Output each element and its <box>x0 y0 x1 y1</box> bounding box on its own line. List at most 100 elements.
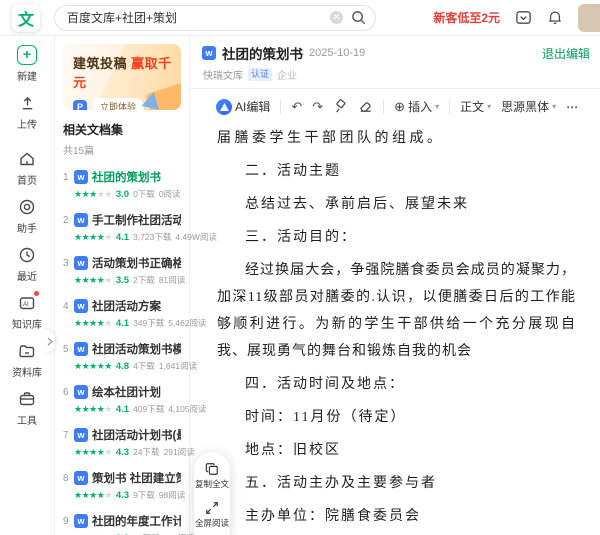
doc-title[interactable]: 社团的年度工作计划… <box>92 513 181 529</box>
doc-title[interactable]: 活动策划书正确格式 <box>92 255 181 271</box>
document-editor: w 社团的策划书 2025-10-19 退出编辑 快瑞文库 认证 企业 AI编辑… <box>190 36 600 535</box>
fullscreen-label: 全屏阅读 <box>194 518 229 528</box>
doc-heading: 二．活动主题 <box>245 164 341 179</box>
doc-heading: 三．活动目的： <box>245 230 357 245</box>
doc-list-item[interactable]: 1 w 社团的策划书 ★★★★★ 3.0 0下载 0阅读 <box>63 169 181 200</box>
notification-dot <box>34 291 39 296</box>
clock-icon <box>18 244 36 266</box>
sidebar-label: 知识库 <box>12 320 42 331</box>
doc-file-icon: w <box>74 471 88 485</box>
ai-icon <box>216 98 232 115</box>
format-painter-icon[interactable] <box>333 99 348 114</box>
sidebar-item-tools[interactable]: 工具 <box>0 388 54 427</box>
star-rating: ★★★★★ <box>74 360 112 371</box>
eraser-icon[interactable] <box>358 99 373 114</box>
sidebar-item-recent[interactable]: 最近 <box>0 244 54 283</box>
doc-list-item[interactable]: 8 w 策划书 社团建立策… ★★★★★ 4.3 9下载 98阅读 <box>63 470 185 501</box>
notifications-bell-icon[interactable] <box>547 9 563 26</box>
redo-icon[interactable]: ↷ <box>312 100 323 113</box>
doc-file-icon: w <box>74 342 88 356</box>
fullscreen-icon <box>206 502 218 514</box>
rating-value: 4.1 <box>115 403 130 415</box>
rating-value: 4.1 <box>115 317 130 329</box>
paragraph-style-dropdown[interactable]: 正文 ▾ <box>460 98 491 115</box>
doc-list-item[interactable]: 7 w 社团活动计划书(最… ★★★★★ 4.3 24下载 291阅读 <box>63 427 195 458</box>
downloads: 9下载 <box>133 490 155 500</box>
doc-title[interactable]: 社团活动计划书(最… <box>92 427 181 443</box>
undo-icon[interactable]: ↶ <box>291 100 302 113</box>
copy-full-text-button[interactable]: 复制全文 <box>195 462 229 490</box>
copy-icon <box>205 463 218 475</box>
doc-list-item[interactable]: 4 w 社团活动方案 ★★★★★ 4.1 349下载 5,462阅读 <box>63 298 207 329</box>
font-dropdown[interactable]: 思源黑体 ▾ <box>501 98 556 115</box>
ai-edit-button[interactable]: AI编辑 <box>216 98 270 115</box>
doc-rank: 6 <box>63 386 69 398</box>
editor-toolbar: AI编辑 ↶ ↷ ⊕ 插入 ▾ 正文 ▾ 思源黑体 ▾ ⋯ <box>190 89 600 122</box>
sidebar-item-assistant[interactable]: 助手 <box>0 196 54 235</box>
promo-text[interactable]: 新客低至2元 <box>433 9 500 26</box>
user-avatar[interactable] <box>578 3 600 32</box>
briefcase-icon <box>18 388 36 410</box>
home-icon <box>18 148 36 170</box>
sidebar-item-knowledge-base[interactable]: AI 知识库 <box>0 291 54 331</box>
doc-rank: 1 <box>63 171 69 183</box>
search-input[interactable] <box>67 10 330 25</box>
doc-line: 主办单位：院膳食委员会 <box>245 509 421 524</box>
sidebar-label: 首页 <box>17 176 37 187</box>
doc-title[interactable]: 策划书 社团建立策… <box>92 470 181 486</box>
banner-cta-button[interactable]: 立即体验 <box>92 98 145 110</box>
sidebar-item-home[interactable]: 首页 <box>0 148 54 187</box>
doc-line: 届膳委学生干部团队的组成。 <box>217 131 445 146</box>
wenku-logo[interactable]: 文 <box>12 3 40 32</box>
doc-file-icon: w <box>74 170 88 184</box>
sidebar-item-upload[interactable]: 上传 <box>0 92 54 131</box>
doc-file-icon: w <box>74 514 88 528</box>
exit-edit-button[interactable]: 退出编辑 <box>542 45 590 62</box>
sidebar-label: 上传 <box>17 120 37 131</box>
clear-search-icon[interactable]: ✕ <box>330 11 343 24</box>
insert-dropdown[interactable]: ⊕ 插入 ▾ <box>394 98 439 115</box>
doc-rank: 4 <box>63 300 69 312</box>
doc-title[interactable]: 社团的策划书 <box>92 169 161 185</box>
doc-file-icon: w <box>202 46 216 60</box>
rating-value: 4.3 <box>115 489 130 501</box>
banner-illustration-2 <box>141 90 163 110</box>
copy-label: 复制全文 <box>194 479 229 489</box>
star-rating: ★★★★★ <box>74 231 112 242</box>
doc-rank: 8 <box>63 472 69 484</box>
star-rating: ★★★★★ <box>74 317 112 328</box>
org-type: 企业 <box>277 71 298 82</box>
downloads: 2下载 <box>133 275 155 285</box>
doc-title[interactable]: 手工制作社团活动计… <box>92 212 181 228</box>
downloads: 24下载 <box>133 447 160 457</box>
doc-title[interactable]: 绘本社团计划 <box>92 384 161 400</box>
chevron-right-icon <box>47 337 53 345</box>
doc-title[interactable]: 社团活动方案 <box>92 298 161 314</box>
fullscreen-read-button[interactable]: 全屏阅读 <box>195 501 229 529</box>
search-icon[interactable] <box>351 10 366 25</box>
rating-value: 3.0 <box>115 188 130 200</box>
doc-list-item[interactable]: 6 w 绘本社团计划 ★★★★★ 4.1 409下载 4,105阅读 <box>63 384 207 415</box>
doc-file-icon: w <box>74 256 88 270</box>
doc-list-item[interactable]: 9 w 社团的年度工作计划… ★★★★★ 3.6 13下载 474阅读 <box>63 513 195 535</box>
document-date: 2025-10-19 <box>309 47 366 59</box>
sidebar-item-new[interactable]: + 新建 <box>0 44 54 83</box>
rating-value: 4.3 <box>115 446 130 458</box>
doc-list-item[interactable]: 5 w 社团活动策划书模板 ★★★★★ 4.8 4下载 1,641阅读 <box>63 341 197 372</box>
doc-list-item[interactable]: 2 w 手工制作社团活动计… ★★★★★ 4.1 3,723下载 4.49W阅读 <box>63 212 217 243</box>
search-bar[interactable]: ✕ <box>54 4 376 31</box>
toolbar-divider <box>449 99 451 114</box>
verified-badge: 认证 <box>248 68 273 81</box>
doc-file-icon: w <box>74 213 88 227</box>
editor-header: w 社团的策划书 2025-10-19 退出编辑 快瑞文库 认证 企业 <box>190 36 600 89</box>
document-content[interactable]: 届膳委学生干部团队的组成。 二．活动主题 总结过去、承前启后、展望未来 三．活动… <box>190 122 600 535</box>
doc-line: 地点：旧校区 <box>245 443 341 458</box>
promo-banner[interactable]: 建筑投稿 赢取千元 P 立即体验 <box>63 44 181 110</box>
doc-title[interactable]: 社团活动策划书模板 <box>92 341 181 357</box>
doc-list-item[interactable]: 3 w 活动策划书正确格式 ★★★★★ 3.5 2下载 81阅读 <box>63 255 185 286</box>
doc-rank: 2 <box>63 214 69 226</box>
inbox-icon[interactable] <box>515 9 532 26</box>
floating-actions: 复制全文 全屏阅读 <box>194 452 230 535</box>
document-title: 社团的策划书 <box>222 47 303 62</box>
more-tools-button[interactable]: ⋯ <box>566 100 579 114</box>
